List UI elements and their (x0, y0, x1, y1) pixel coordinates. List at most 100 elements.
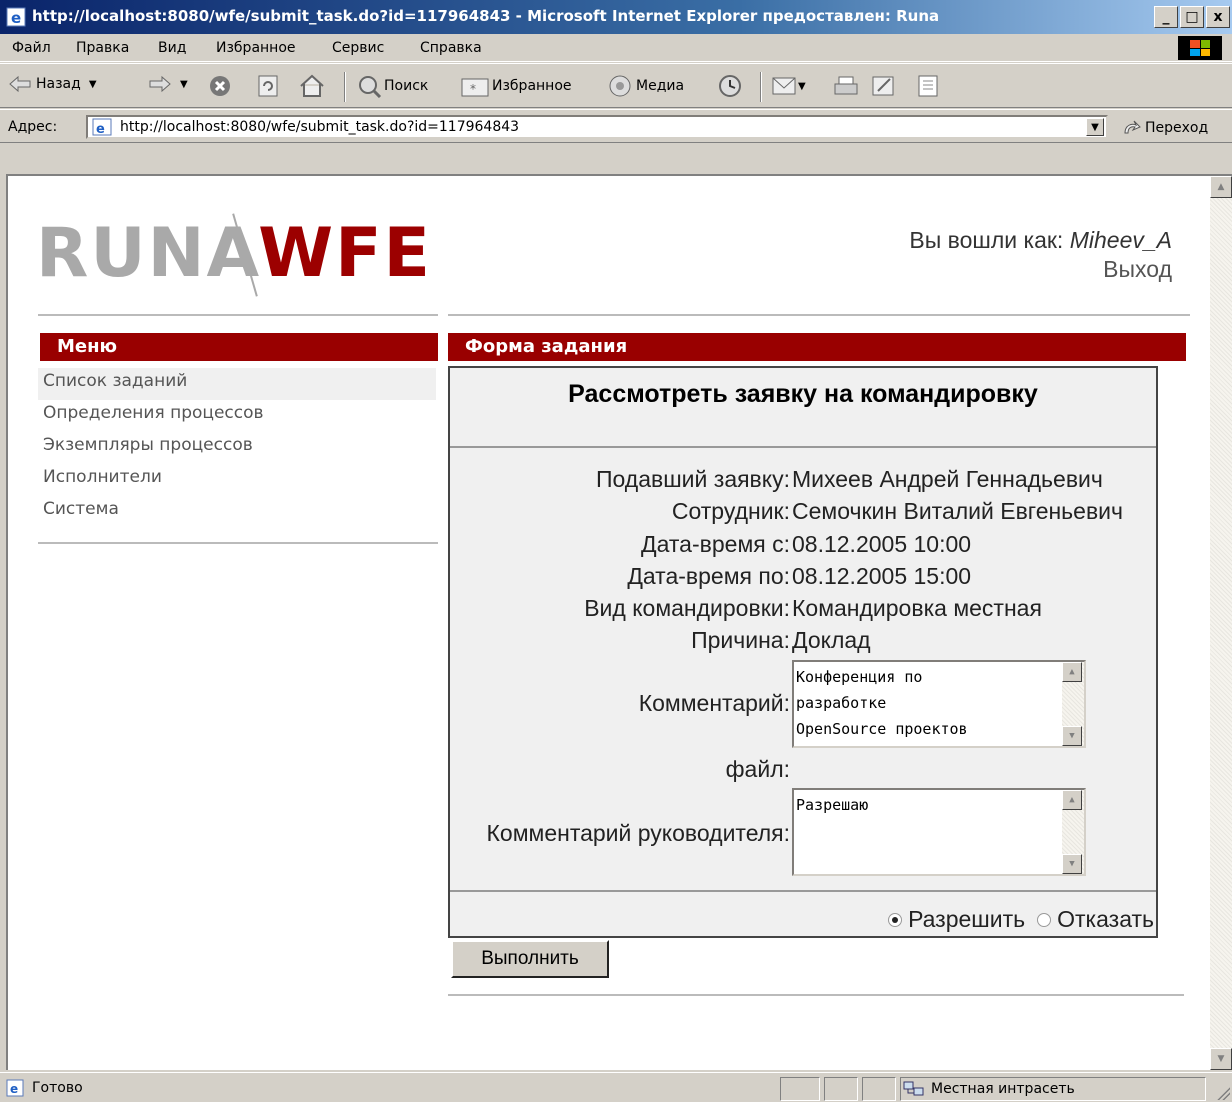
address-url: http://localhost:8080/wfe/submit_task.do… (120, 119, 520, 135)
menu-help[interactable]: Справка (420, 40, 482, 56)
windows-logo-icon (1178, 36, 1222, 60)
print-button[interactable] (832, 74, 860, 98)
field-value: Доклад (792, 627, 871, 653)
manager-comment-text: Разрешаю (796, 796, 869, 814)
radio-deny[interactable] (1037, 912, 1052, 927)
page-scrollbar[interactable]: ▲ ▼ (1210, 176, 1232, 1070)
page-icon: e (92, 118, 112, 136)
field-value: 08.12.2005 15:00 (792, 563, 972, 589)
back-button[interactable]: Назад ▼ (8, 74, 97, 94)
stop-button[interactable] (208, 74, 232, 98)
field-value: 08.12.2005 10:00 (792, 531, 972, 557)
intranet-icon (903, 1081, 924, 1096)
media-button[interactable]: Медиа (606, 74, 684, 98)
manager-comment-textarea[interactable]: Разрешаю ▲ ▼ (792, 788, 1086, 876)
menu-item-system[interactable]: Система (38, 496, 436, 528)
favorites-label: Избранное (492, 78, 572, 94)
radio-deny-label[interactable]: Отказать (1057, 906, 1154, 933)
address-dropdown-button[interactable]: ▼ (1086, 118, 1104, 136)
discuss-icon (918, 75, 938, 97)
menu-header: Меню (40, 333, 438, 361)
page-viewport: RUNAWFE Вы вошли как: Miheev_A Выход Мен… (6, 174, 1232, 1070)
minimize-button[interactable]: _ (1154, 6, 1178, 28)
scroll-up-icon[interactable]: ▲ (1210, 176, 1232, 198)
menu-item-process-definitions[interactable]: Определения процессов (38, 400, 436, 432)
field-label: Дата-время по: (627, 563, 790, 589)
scroll-down-icon[interactable]: ▼ (1062, 726, 1082, 746)
refresh-button[interactable] (256, 74, 280, 98)
menu-bar: Файл Правка Вид Избранное Сервис Справка (0, 34, 1232, 62)
ie-page-icon: e (6, 1079, 24, 1097)
scrollbar[interactable]: ▲ ▼ (1062, 790, 1084, 874)
field-label: Дата-время с: (641, 531, 790, 557)
scroll-up-icon[interactable]: ▲ (1062, 790, 1082, 810)
mail-button[interactable]: ▼ (770, 74, 806, 98)
search-label: Поиск (384, 78, 429, 94)
menu-item-tasks[interactable]: Список заданий (38, 368, 436, 400)
forward-button[interactable]: ▼ (148, 74, 188, 94)
close-button[interactable]: x (1206, 6, 1230, 28)
address-input[interactable]: e http://localhost:8080/wfe/submit_task.… (86, 115, 1108, 139)
task-form: Рассмотреть заявку на командировку Подав… (448, 366, 1158, 938)
status: e Готово (6, 1079, 83, 1097)
divider (448, 314, 1190, 316)
stop-icon (210, 76, 230, 96)
menu-tools[interactable]: Сервис (332, 40, 384, 56)
status-bar: e Готово Местная интрасеть (0, 1072, 1232, 1102)
status-panel (862, 1077, 896, 1101)
maximize-button[interactable]: □ (1180, 6, 1204, 28)
zone-text: Местная интрасеть (931, 1081, 1075, 1097)
chevron-down-icon: ▼ (798, 80, 806, 92)
menu-view[interactable]: Вид (158, 40, 186, 56)
search-button[interactable]: Поиск (356, 74, 428, 98)
resize-grip-icon[interactable] (1214, 1084, 1230, 1100)
chevron-down-icon: ▼ (88, 78, 97, 90)
status-panel (780, 1077, 820, 1101)
field-value: Командировка местная (792, 595, 1042, 621)
comment-text: Конференция по разработке OpenSource про… (796, 668, 968, 738)
runawfe-logo: RUNAWFE (36, 214, 432, 293)
history-button[interactable] (716, 74, 744, 98)
radio-allow[interactable] (888, 912, 903, 927)
decision-group: Разрешить Отказать (888, 906, 1154, 933)
chevron-down-icon: ▼ (1091, 121, 1099, 133)
window-title: http://localhost:8080/wfe/submit_task.do… (32, 7, 940, 25)
scrollbar[interactable]: ▲ ▼ (1062, 662, 1084, 746)
field-label: Комментарий руководителя: (486, 820, 790, 846)
forward-arrow-icon (149, 75, 171, 93)
form-divider (450, 890, 1156, 892)
radio-allow-label[interactable]: Разрешить (908, 906, 1025, 933)
status-panel (824, 1077, 858, 1101)
scroll-down-icon[interactable]: ▼ (1210, 1048, 1232, 1070)
form-title: Рассмотреть заявку на командировку (568, 380, 1038, 408)
svg-text:e: e (10, 1082, 18, 1096)
address-label: Адрес: (8, 119, 58, 135)
divider (448, 994, 1184, 996)
comment-textarea[interactable]: Конференция по разработке OpenSource про… (792, 660, 1086, 748)
discuss-button[interactable] (916, 74, 940, 98)
menu-item-process-instances[interactable]: Экземпляры процессов (38, 432, 436, 464)
menu-item-executors[interactable]: Исполнители (38, 464, 436, 496)
scroll-down-icon[interactable]: ▼ (1062, 854, 1082, 874)
favorites-star-icon: * (461, 78, 489, 97)
go-button[interactable]: Переход (1122, 119, 1208, 137)
logo-text-wfe: WFE (258, 214, 432, 293)
login-prefix: Вы вошли как: (909, 227, 1064, 253)
menu-edit[interactable]: Правка (76, 40, 129, 56)
favorites-button[interactable]: * Избранное (460, 74, 572, 98)
go-arrow-icon (1124, 120, 1141, 134)
svg-text:*: * (470, 82, 476, 96)
ie-icon: e (6, 7, 26, 27)
logout-link[interactable]: Выход (909, 255, 1172, 284)
back-arrow-icon (9, 75, 31, 93)
menu-file[interactable]: Файл (12, 40, 51, 56)
menu-favorites[interactable]: Избранное (216, 40, 296, 56)
mail-icon (772, 77, 796, 95)
home-button[interactable] (298, 74, 326, 98)
home-icon (300, 74, 324, 97)
form-header: Форма задания (448, 333, 1186, 361)
side-menu: Список заданий Определения процессов Экз… (38, 368, 436, 528)
submit-button[interactable]: Выполнить (451, 940, 609, 978)
scroll-up-icon[interactable]: ▲ (1062, 662, 1082, 682)
edit-button[interactable] (870, 74, 898, 98)
